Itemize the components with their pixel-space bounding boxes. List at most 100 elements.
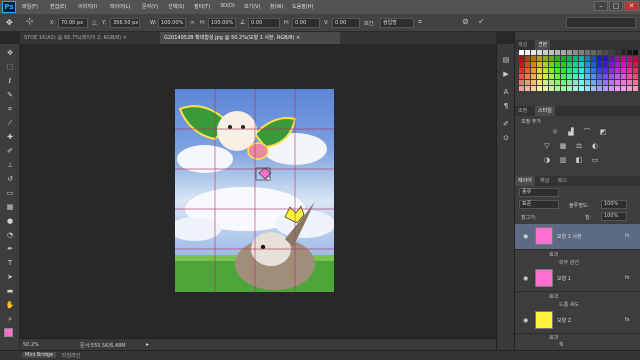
swatch[interactable] bbox=[609, 74, 614, 79]
swatch[interactable] bbox=[519, 62, 524, 67]
swatch[interactable] bbox=[609, 62, 614, 67]
swatch[interactable] bbox=[531, 80, 536, 85]
levels-icon[interactable]: ▟ bbox=[567, 128, 575, 136]
swatch[interactable] bbox=[549, 74, 554, 79]
swatch[interactable] bbox=[525, 56, 530, 61]
stamp-tool-icon[interactable]: ⊥ bbox=[5, 160, 15, 170]
history-icon[interactable]: ▤ bbox=[502, 56, 510, 64]
crop-tool-icon[interactable]: ⌗ bbox=[5, 104, 15, 114]
swatch[interactable] bbox=[567, 80, 572, 85]
cancel-transform-icon[interactable]: ⊘ bbox=[462, 17, 469, 26]
swatch[interactable] bbox=[585, 68, 590, 73]
swatch[interactable] bbox=[531, 62, 536, 67]
swatch[interactable] bbox=[615, 62, 620, 67]
swatch[interactable] bbox=[591, 86, 596, 91]
eye-icon[interactable]: ◉ bbox=[523, 275, 528, 282]
menu-view[interactable]: 보기(V) bbox=[244, 3, 261, 10]
swatch[interactable] bbox=[561, 56, 566, 61]
swatch[interactable] bbox=[519, 50, 524, 55]
layer-name[interactable]: 모양 1 bbox=[557, 275, 571, 282]
tab-mini-bridge[interactable]: Mini Bridge bbox=[22, 352, 57, 358]
swatch[interactable] bbox=[633, 56, 638, 61]
swatch[interactable] bbox=[603, 86, 608, 91]
gradient-tool-icon[interactable]: ▦ bbox=[5, 202, 15, 212]
tab-paths[interactable]: 패스 bbox=[555, 176, 570, 186]
swatch[interactable] bbox=[603, 62, 608, 67]
swatch[interactable] bbox=[537, 56, 542, 61]
brush-preset-icon[interactable]: ✐ bbox=[502, 120, 510, 128]
layer-effect-item[interactable]: 드롭 섀도 bbox=[559, 301, 579, 308]
swatch[interactable] bbox=[543, 50, 548, 55]
color-balance-icon[interactable]: ⚖ bbox=[575, 142, 583, 150]
swatch[interactable] bbox=[567, 56, 572, 61]
fill-field[interactable]: 100% bbox=[601, 212, 627, 221]
swatch[interactable] bbox=[615, 80, 620, 85]
swatch[interactable] bbox=[531, 86, 536, 91]
swatch[interactable] bbox=[603, 68, 608, 73]
tab-color[interactable]: 색상 bbox=[515, 40, 530, 50]
swatch[interactable] bbox=[567, 62, 572, 67]
character-icon[interactable]: A bbox=[502, 88, 510, 96]
tab-styles[interactable]: 스타일 bbox=[535, 106, 555, 116]
history-brush-tool-icon[interactable]: ↺ bbox=[5, 174, 15, 184]
swatch[interactable] bbox=[627, 56, 632, 61]
layer-effects-label[interactable]: 효과 bbox=[549, 293, 558, 300]
menu-select[interactable]: 선택(S) bbox=[168, 3, 184, 10]
menu-window[interactable]: 창(W) bbox=[270, 3, 283, 10]
commit-transform-icon[interactable]: ✓ bbox=[478, 17, 485, 26]
swatch[interactable] bbox=[633, 86, 638, 91]
fx-badge[interactable]: fx bbox=[625, 275, 630, 281]
swatch[interactable] bbox=[519, 80, 524, 85]
tab-adjustments[interactable]: 조정 bbox=[515, 106, 530, 116]
gradient-map-icon[interactable]: ▭ bbox=[591, 156, 599, 164]
swatch[interactable] bbox=[627, 50, 632, 55]
swatch[interactable] bbox=[627, 80, 632, 85]
swatch[interactable] bbox=[621, 86, 626, 91]
actions-icon[interactable]: ▶ bbox=[502, 70, 510, 78]
swatch[interactable] bbox=[573, 56, 578, 61]
swatch[interactable] bbox=[585, 50, 590, 55]
layer-row[interactable]: ◉ 모양 1 사본 fx bbox=[515, 224, 640, 250]
menu-layer[interactable]: 레이어(L) bbox=[110, 3, 131, 10]
swatch[interactable] bbox=[579, 80, 584, 85]
swatch[interactable] bbox=[579, 68, 584, 73]
swatch[interactable] bbox=[543, 56, 548, 61]
swatch[interactable] bbox=[615, 50, 620, 55]
swatch[interactable] bbox=[525, 86, 530, 91]
layer-name[interactable]: 모양 2 bbox=[557, 317, 571, 324]
menu-file[interactable]: 파일(F) bbox=[22, 3, 38, 10]
hand-tool-icon[interactable]: ✋ bbox=[5, 300, 15, 310]
swatch[interactable] bbox=[567, 68, 572, 73]
menu-image[interactable]: 이미지(I) bbox=[78, 3, 97, 10]
swatch[interactable] bbox=[633, 80, 638, 85]
swatch[interactable] bbox=[621, 62, 626, 67]
layer-row[interactable]: ◉ 모양 1 fx bbox=[515, 266, 640, 292]
swatch[interactable] bbox=[627, 62, 632, 67]
swatch[interactable] bbox=[597, 56, 602, 61]
menu-help[interactable]: 도움말(H) bbox=[292, 3, 313, 10]
tab-layers[interactable]: 레이어 bbox=[515, 176, 535, 186]
link-icon[interactable]: ∞ bbox=[190, 19, 195, 26]
swatch[interactable] bbox=[579, 74, 584, 79]
transform-handle[interactable] bbox=[266, 176, 271, 181]
swatch[interactable] bbox=[591, 68, 596, 73]
swatch[interactable] bbox=[597, 62, 602, 67]
swatch[interactable] bbox=[555, 74, 560, 79]
foreground-color-swatch[interactable] bbox=[4, 328, 13, 337]
swatch[interactable] bbox=[627, 74, 632, 79]
swatch[interactable] bbox=[519, 56, 524, 61]
layer-kind-filter[interactable]: 종류 bbox=[519, 188, 559, 197]
swatch[interactable] bbox=[585, 56, 590, 61]
blur-tool-icon[interactable]: ● bbox=[5, 216, 15, 226]
eraser-tool-icon[interactable]: ▭ bbox=[5, 188, 15, 198]
swatch[interactable] bbox=[543, 80, 548, 85]
brightness-icon[interactable]: ☼ bbox=[551, 128, 559, 136]
swatch[interactable] bbox=[561, 62, 566, 67]
swatch[interactable] bbox=[537, 68, 542, 73]
swatch[interactable] bbox=[519, 68, 524, 73]
swatch[interactable] bbox=[573, 62, 578, 67]
swatch[interactable] bbox=[531, 68, 536, 73]
move-tool-icon[interactable]: ✥ bbox=[5, 48, 15, 58]
swatch[interactable] bbox=[591, 62, 596, 67]
swatch[interactable] bbox=[561, 74, 566, 79]
